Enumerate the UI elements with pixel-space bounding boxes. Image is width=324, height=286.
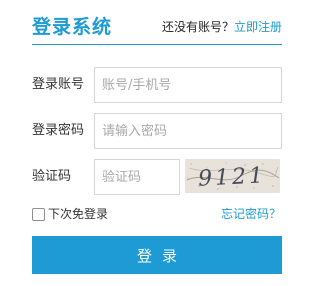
captcha-image[interactable]: 9121 [185, 159, 280, 193]
login-header: 登录系统 还没有账号？立即注册 [32, 13, 282, 43]
login-button[interactable]: 登录 [32, 236, 282, 274]
forgot-password-link[interactable]: 忘记密码？ [221, 205, 281, 223]
password-input[interactable] [94, 113, 282, 149]
remember-label[interactable]: 下次免登录 [48, 205, 108, 223]
page-title: 登录系统 [32, 16, 113, 38]
captcha-label: 验证码 [32, 169, 72, 184]
account-label: 登录账号 [32, 77, 85, 92]
account-row: 登录账号 [32, 67, 282, 103]
account-input[interactable] [94, 67, 282, 103]
captcha-text: 9121 [197, 163, 266, 192]
password-row: 登录密码 [32, 113, 282, 149]
header-divider [32, 44, 282, 45]
register-prompt: 还没有账号？立即注册 [162, 19, 282, 35]
captcha-graphic: 9121 [185, 159, 280, 193]
register-link[interactable]: 立即注册 [234, 20, 282, 34]
no-account-text: 还没有账号？ [161, 20, 234, 34]
captcha-input[interactable] [94, 159, 180, 195]
remember-checkbox[interactable] [32, 208, 45, 221]
password-label: 登录密码 [32, 123, 85, 138]
